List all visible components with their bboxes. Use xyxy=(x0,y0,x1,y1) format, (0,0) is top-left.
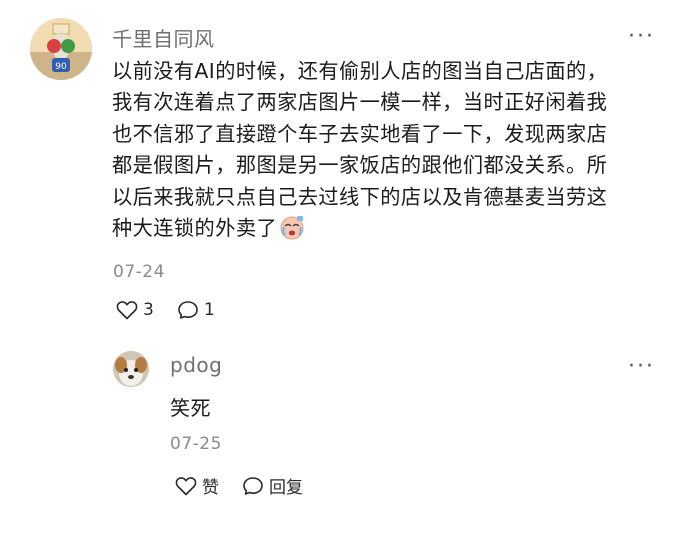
heart-icon xyxy=(175,476,197,495)
like-button[interactable]: 3 xyxy=(116,300,154,320)
reply-more-options-icon[interactable]: ··· xyxy=(628,356,655,378)
comment-text: 以前没有AI的时候，还有偷别人店的图当自己店面的， 我有次连着点了两家店图片一模… xyxy=(112,56,662,244)
reply-like-button[interactable]: 赞 xyxy=(175,473,219,498)
reply-avatar[interactable] xyxy=(113,351,149,387)
comment-line: 都是假图片，那图是另一家饭店的跟他们都没关系。所 xyxy=(112,153,608,178)
crying-face-emoji-icon xyxy=(279,214,305,240)
comment-line: 种大连锁的外卖了 xyxy=(112,216,278,241)
comment-username[interactable]: 千里自同风 xyxy=(112,23,215,52)
avatar[interactable]: 90 xyxy=(30,18,92,80)
comment-line: 我有次连着点了两家店图片一模一样，当时正好闲着我 xyxy=(112,90,608,115)
comment-line: 也不信邪了直接蹬个车子去实地看了一下，发现两家店 xyxy=(112,121,608,146)
heart-icon xyxy=(116,301,138,320)
reply-date: 07-25 xyxy=(170,434,222,454)
svg-text:90: 90 xyxy=(55,62,67,72)
comment-bubble-icon xyxy=(243,476,263,495)
like-count: 3 xyxy=(143,300,154,320)
reply-username[interactable]: pdog xyxy=(170,353,222,377)
comment-button[interactable]: 1 xyxy=(177,300,215,320)
reply-like-label: 赞 xyxy=(202,478,219,498)
reply-text: 笑死 xyxy=(170,396,211,420)
comment-line: 以后来我就只点自己去过线下的店以及肯德基麦当劳这 xyxy=(112,184,608,209)
reply-reply-label: 回复 xyxy=(269,478,303,498)
comment-bubble-icon xyxy=(178,301,198,319)
comment-date: 07-24 xyxy=(113,262,165,282)
more-options-icon[interactable]: ··· xyxy=(628,26,655,48)
reply-reply-button[interactable]: 回复 xyxy=(242,473,303,498)
comment-line: 以前没有AI的时候，还有偷别人店的图当自己店面的， xyxy=(112,59,608,83)
comment-count: 1 xyxy=(204,300,215,320)
